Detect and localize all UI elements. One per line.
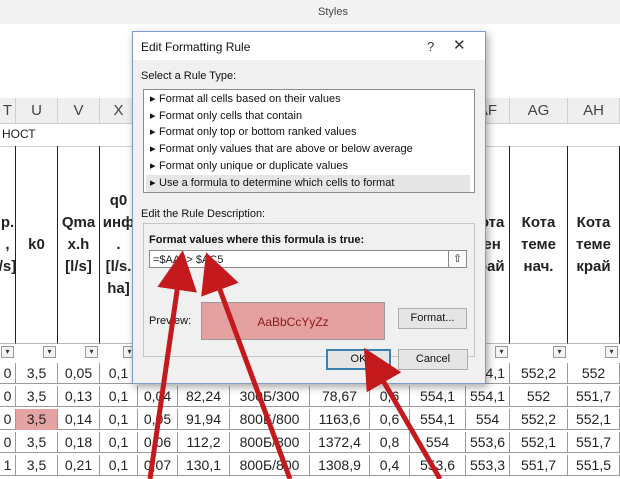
arrow-to-ok (363, 347, 443, 479)
arrow-to-ac5 (201, 252, 293, 479)
arrow-to-aa5 (147, 250, 197, 479)
annotation-arrows (147, 250, 443, 479)
